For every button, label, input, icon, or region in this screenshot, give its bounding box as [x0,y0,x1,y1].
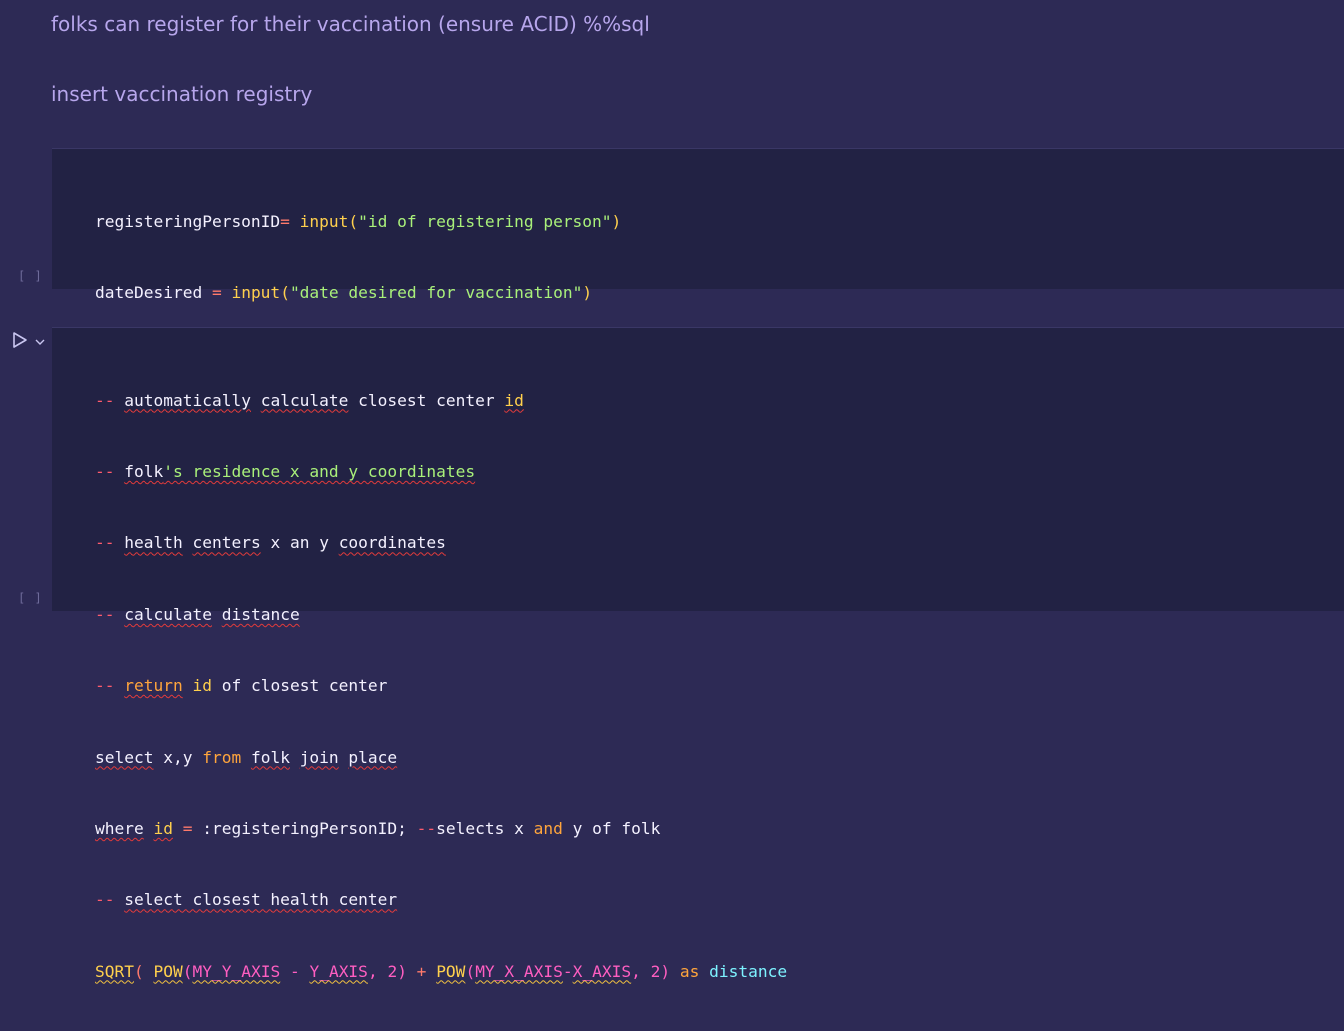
code-line: where id = :registeringPersonID; --selec… [95,818,661,838]
execution-count: [ ] [18,269,43,283]
markdown-heading-registration: folks can register for their vaccination… [51,12,650,36]
code-line: SQRT( POW(MY_Y_AXIS - Y_AXIS, 2) + POW(M… [95,961,788,981]
run-cell-controls[interactable] [12,331,46,354]
code-cell-inputs[interactable]: registeringPersonID= input("id of regist… [52,148,1344,302]
code-editor[interactable]: -- automatically calculate closest cente… [95,341,787,1031]
code-line: -- return id of closest center [95,676,388,696]
code-line: dateDesired = input("date desired for va… [95,282,593,302]
markdown-heading-insert: insert vaccination registry [51,82,313,106]
code-editor[interactable]: registeringPersonID= input("id of regist… [95,162,621,352]
code-line: registeringPersonID= input("id of regist… [95,211,622,231]
code-line: -- select closest health center [95,890,398,910]
chevron-down-icon[interactable] [34,334,46,352]
code-line: -- automatically calculate closest cente… [95,390,524,410]
code-line: -- health centers x an y coordinates [95,533,446,553]
execution-count: [ ] [18,591,43,605]
run-cell-icon[interactable] [12,331,28,354]
code-cell-sql[interactable]: -- automatically calculate closest cente… [52,327,1344,981]
code-line: -- folk's residence x and y coordinates [95,461,476,481]
code-line: -- calculate distance [95,604,300,624]
code-line: select x,y from folk join place [95,747,398,767]
